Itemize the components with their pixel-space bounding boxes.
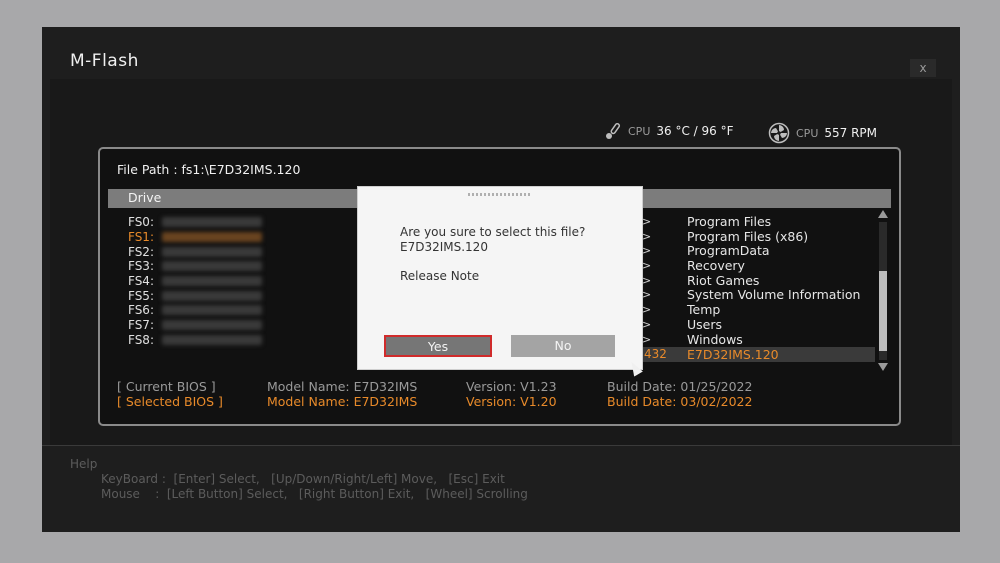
selected-bios-build: Build Date: 03/02/2022 — [607, 394, 753, 409]
folder-arrow: > — [642, 288, 652, 302]
folder-arrow: > — [642, 259, 652, 273]
selected-file-size: 432 — [644, 347, 667, 361]
app-title: M-Flash — [70, 51, 139, 71]
selected-file-name: E7D32IMS.120 — [687, 347, 779, 362]
yes-button[interactable]: Yes — [384, 335, 492, 357]
cpu-fan-label: CPU — [796, 126, 819, 140]
no-button[interactable]: No — [511, 335, 615, 357]
current-bios-build: Build Date: 01/25/2022 — [607, 379, 753, 394]
scroll-up-icon[interactable] — [878, 210, 888, 218]
drive-item-fs3[interactable]: FS3: — [128, 259, 262, 274]
dialog-file-name: E7D32IMS.120 — [400, 240, 488, 254]
drive-item-fs4[interactable]: FS4: — [128, 274, 262, 289]
drive-item-fs0[interactable]: FS0: — [128, 215, 262, 230]
confirm-dialog: Are you sure to select this file? E7D32I… — [357, 186, 643, 370]
dialog-message: Are you sure to select this file? — [400, 225, 586, 239]
current-bios-model: Model Name: E7D32IMS — [267, 379, 418, 394]
help-keyboard: KeyBoard : [Enter] Select, [Up/Down/Righ… — [101, 472, 505, 486]
selected-bios-label: [ Selected BIOS ] — [117, 394, 223, 409]
help-mouse: Mouse : [Left Button] Select, [Right But… — [101, 487, 528, 501]
cpu-temp-value: 36 °C / 96 °F — [656, 124, 734, 138]
folder-arrow: > — [642, 317, 652, 331]
list-item[interactable]: Windows — [687, 332, 860, 348]
selected-bios-model: Model Name: E7D32IMS — [267, 394, 418, 409]
drive-item-fs1[interactable]: FS1: — [128, 230, 262, 245]
scroll-down-icon[interactable] — [878, 363, 888, 371]
list-item[interactable]: Recovery — [687, 258, 860, 274]
release-note-label: Release Note — [400, 269, 480, 283]
folder-arrows: > > > > > > > > > — [642, 215, 651, 347]
folder-arrow: > — [642, 332, 652, 346]
drive-item-fs6[interactable]: FS6: — [128, 303, 262, 318]
scrollbar-thumb[interactable] — [879, 271, 887, 351]
fan-icon — [768, 122, 790, 144]
current-bios-label: [ Current BIOS ] — [117, 379, 216, 394]
folder-arrow: > — [642, 303, 652, 317]
current-bios-version: Version: V1.23 — [466, 379, 557, 394]
folder-arrow: > — [642, 273, 652, 287]
drive-item-fs8[interactable]: FS8: — [128, 333, 262, 348]
drive-item-fs5[interactable]: FS5: — [128, 288, 262, 303]
drive-list: FS0: FS1: FS2: FS3: FS4: FS5: FS6: FS7: … — [128, 215, 262, 347]
folder-arrow: > — [642, 229, 652, 243]
cpu-temp-status: CPU 36 °C / 96 °F — [604, 122, 734, 140]
drive-header-label: Drive — [128, 190, 162, 205]
list-item[interactable]: Temp — [687, 302, 860, 318]
cpu-fan-value: 557 RPM — [824, 126, 878, 140]
list-item[interactable]: Program Files (x86) — [687, 229, 860, 245]
folder-list: Program Files Program Files (x86) Progra… — [687, 214, 860, 348]
folder-arrow: > — [642, 244, 652, 258]
dialog-drag-handle[interactable] — [468, 193, 532, 196]
list-item[interactable]: Riot Games — [687, 273, 860, 289]
cpu-temp-label: CPU — [628, 124, 651, 138]
file-path: File Path : fs1:\E7D32IMS.120 — [117, 162, 301, 177]
list-item[interactable]: ProgramData — [687, 244, 860, 259]
list-item[interactable]: Users — [687, 317, 860, 333]
drive-item-fs2[interactable]: FS2: — [128, 244, 262, 259]
selected-bios-version: Version: V1.20 — [466, 394, 557, 409]
folder-arrow: > — [642, 215, 652, 228]
thermometer-icon — [606, 122, 621, 139]
close-button[interactable]: x — [910, 59, 936, 77]
help-divider — [42, 445, 960, 446]
help-title: Help — [70, 457, 98, 471]
list-item[interactable]: System Volume Information — [687, 288, 860, 303]
list-item[interactable]: Program Files — [687, 214, 860, 230]
cpu-fan-status: CPU 557 RPM — [768, 122, 877, 144]
drive-item-fs7[interactable]: FS7: — [128, 318, 262, 333]
